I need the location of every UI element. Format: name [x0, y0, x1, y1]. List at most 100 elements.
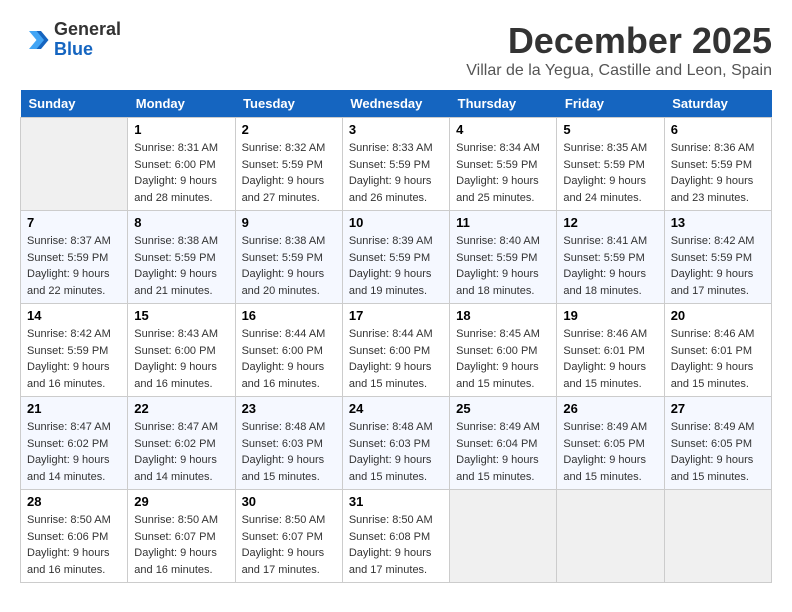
day-info: Sunrise: 8:49 AM Sunset: 6:04 PM Dayligh… — [456, 419, 550, 485]
day-number: 7 — [27, 215, 121, 230]
logo-general: General — [54, 19, 121, 39]
day-info: Sunrise: 8:36 AM Sunset: 5:59 PM Dayligh… — [671, 140, 765, 206]
calendar-day-cell: 29 Sunrise: 8:50 AM Sunset: 6:07 PM Dayl… — [128, 490, 235, 583]
day-info: Sunrise: 8:46 AM Sunset: 6:01 PM Dayligh… — [563, 326, 657, 392]
day-info: Sunrise: 8:49 AM Sunset: 6:05 PM Dayligh… — [563, 419, 657, 485]
weekday-header: Friday — [557, 90, 664, 118]
day-number: 8 — [134, 215, 228, 230]
calendar-day-cell: 30 Sunrise: 8:50 AM Sunset: 6:07 PM Dayl… — [235, 490, 342, 583]
day-number: 3 — [349, 122, 443, 137]
day-info: Sunrise: 8:45 AM Sunset: 6:00 PM Dayligh… — [456, 326, 550, 392]
calendar-day-cell: 25 Sunrise: 8:49 AM Sunset: 6:04 PM Dayl… — [450, 397, 557, 490]
calendar-day-cell: 24 Sunrise: 8:48 AM Sunset: 6:03 PM Dayl… — [342, 397, 449, 490]
day-info: Sunrise: 8:44 AM Sunset: 6:00 PM Dayligh… — [349, 326, 443, 392]
calendar-day-cell: 11 Sunrise: 8:40 AM Sunset: 5:59 PM Dayl… — [450, 211, 557, 304]
weekday-header-row: SundayMondayTuesdayWednesdayThursdayFrid… — [21, 90, 772, 118]
day-number: 27 — [671, 401, 765, 416]
day-number: 15 — [134, 308, 228, 323]
day-number: 26 — [563, 401, 657, 416]
day-info: Sunrise: 8:39 AM Sunset: 5:59 PM Dayligh… — [349, 233, 443, 299]
calendar-day-cell — [664, 490, 771, 583]
calendar-day-cell: 22 Sunrise: 8:47 AM Sunset: 6:02 PM Dayl… — [128, 397, 235, 490]
day-info: Sunrise: 8:50 AM Sunset: 6:08 PM Dayligh… — [349, 512, 443, 578]
calendar-day-cell: 13 Sunrise: 8:42 AM Sunset: 5:59 PM Dayl… — [664, 211, 771, 304]
calendar-day-cell: 8 Sunrise: 8:38 AM Sunset: 5:59 PM Dayli… — [128, 211, 235, 304]
weekday-header: Sunday — [21, 90, 128, 118]
day-number: 1 — [134, 122, 228, 137]
day-info: Sunrise: 8:31 AM Sunset: 6:00 PM Dayligh… — [134, 140, 228, 206]
day-number: 23 — [242, 401, 336, 416]
calendar-table: SundayMondayTuesdayWednesdayThursdayFrid… — [20, 90, 772, 583]
day-number: 30 — [242, 494, 336, 509]
calendar-day-cell: 27 Sunrise: 8:49 AM Sunset: 6:05 PM Dayl… — [664, 397, 771, 490]
calendar-day-cell — [21, 118, 128, 211]
title-section: December 2025 Villar de la Yegua, Castil… — [466, 20, 772, 80]
page-header: General Blue December 2025 Villar de la … — [20, 20, 772, 80]
calendar-week-row: 7 Sunrise: 8:37 AM Sunset: 5:59 PM Dayli… — [21, 211, 772, 304]
day-info: Sunrise: 8:42 AM Sunset: 5:59 PM Dayligh… — [671, 233, 765, 299]
day-info: Sunrise: 8:44 AM Sunset: 6:00 PM Dayligh… — [242, 326, 336, 392]
day-info: Sunrise: 8:38 AM Sunset: 5:59 PM Dayligh… — [134, 233, 228, 299]
calendar-day-cell: 26 Sunrise: 8:49 AM Sunset: 6:05 PM Dayl… — [557, 397, 664, 490]
day-info: Sunrise: 8:50 AM Sunset: 6:06 PM Dayligh… — [27, 512, 121, 578]
calendar-day-cell: 23 Sunrise: 8:48 AM Sunset: 6:03 PM Dayl… — [235, 397, 342, 490]
calendar-day-cell — [450, 490, 557, 583]
calendar-day-cell: 15 Sunrise: 8:43 AM Sunset: 6:00 PM Dayl… — [128, 304, 235, 397]
calendar-day-cell: 16 Sunrise: 8:44 AM Sunset: 6:00 PM Dayl… — [235, 304, 342, 397]
calendar-week-row: 21 Sunrise: 8:47 AM Sunset: 6:02 PM Dayl… — [21, 397, 772, 490]
weekday-header: Tuesday — [235, 90, 342, 118]
calendar-week-row: 1 Sunrise: 8:31 AM Sunset: 6:00 PM Dayli… — [21, 118, 772, 211]
calendar-day-cell: 14 Sunrise: 8:42 AM Sunset: 5:59 PM Dayl… — [21, 304, 128, 397]
day-number: 21 — [27, 401, 121, 416]
day-number: 28 — [27, 494, 121, 509]
calendar-day-cell: 4 Sunrise: 8:34 AM Sunset: 5:59 PM Dayli… — [450, 118, 557, 211]
day-number: 5 — [563, 122, 657, 137]
day-info: Sunrise: 8:47 AM Sunset: 6:02 PM Dayligh… — [27, 419, 121, 485]
weekday-header: Thursday — [450, 90, 557, 118]
day-info: Sunrise: 8:34 AM Sunset: 5:59 PM Dayligh… — [456, 140, 550, 206]
calendar-day-cell: 5 Sunrise: 8:35 AM Sunset: 5:59 PM Dayli… — [557, 118, 664, 211]
calendar-day-cell: 28 Sunrise: 8:50 AM Sunset: 6:06 PM Dayl… — [21, 490, 128, 583]
day-number: 11 — [456, 215, 550, 230]
day-info: Sunrise: 8:50 AM Sunset: 6:07 PM Dayligh… — [134, 512, 228, 578]
day-info: Sunrise: 8:48 AM Sunset: 6:03 PM Dayligh… — [242, 419, 336, 485]
day-number: 19 — [563, 308, 657, 323]
day-info: Sunrise: 8:47 AM Sunset: 6:02 PM Dayligh… — [134, 419, 228, 485]
logo: General Blue — [20, 20, 121, 60]
weekday-header: Monday — [128, 90, 235, 118]
day-info: Sunrise: 8:46 AM Sunset: 6:01 PM Dayligh… — [671, 326, 765, 392]
calendar-day-cell: 18 Sunrise: 8:45 AM Sunset: 6:00 PM Dayl… — [450, 304, 557, 397]
day-number: 25 — [456, 401, 550, 416]
day-number: 9 — [242, 215, 336, 230]
day-info: Sunrise: 8:43 AM Sunset: 6:00 PM Dayligh… — [134, 326, 228, 392]
day-number: 17 — [349, 308, 443, 323]
day-info: Sunrise: 8:37 AM Sunset: 5:59 PM Dayligh… — [27, 233, 121, 299]
calendar-week-row: 14 Sunrise: 8:42 AM Sunset: 5:59 PM Dayl… — [21, 304, 772, 397]
day-info: Sunrise: 8:41 AM Sunset: 5:59 PM Dayligh… — [563, 233, 657, 299]
day-info: Sunrise: 8:40 AM Sunset: 5:59 PM Dayligh… — [456, 233, 550, 299]
calendar-day-cell: 6 Sunrise: 8:36 AM Sunset: 5:59 PM Dayli… — [664, 118, 771, 211]
calendar-day-cell: 31 Sunrise: 8:50 AM Sunset: 6:08 PM Dayl… — [342, 490, 449, 583]
calendar-day-cell: 19 Sunrise: 8:46 AM Sunset: 6:01 PM Dayl… — [557, 304, 664, 397]
day-number: 4 — [456, 122, 550, 137]
day-info: Sunrise: 8:49 AM Sunset: 6:05 PM Dayligh… — [671, 419, 765, 485]
calendar-day-cell: 17 Sunrise: 8:44 AM Sunset: 6:00 PM Dayl… — [342, 304, 449, 397]
day-info: Sunrise: 8:33 AM Sunset: 5:59 PM Dayligh… — [349, 140, 443, 206]
day-info: Sunrise: 8:38 AM Sunset: 5:59 PM Dayligh… — [242, 233, 336, 299]
day-number: 14 — [27, 308, 121, 323]
logo-text: General Blue — [54, 20, 121, 60]
calendar-day-cell: 12 Sunrise: 8:41 AM Sunset: 5:59 PM Dayl… — [557, 211, 664, 304]
day-number: 29 — [134, 494, 228, 509]
day-number: 24 — [349, 401, 443, 416]
day-number: 13 — [671, 215, 765, 230]
calendar-day-cell: 9 Sunrise: 8:38 AM Sunset: 5:59 PM Dayli… — [235, 211, 342, 304]
day-number: 2 — [242, 122, 336, 137]
calendar-day-cell: 1 Sunrise: 8:31 AM Sunset: 6:00 PM Dayli… — [128, 118, 235, 211]
calendar-day-cell: 7 Sunrise: 8:37 AM Sunset: 5:59 PM Dayli… — [21, 211, 128, 304]
day-number: 16 — [242, 308, 336, 323]
calendar-day-cell: 10 Sunrise: 8:39 AM Sunset: 5:59 PM Dayl… — [342, 211, 449, 304]
calendar-week-row: 28 Sunrise: 8:50 AM Sunset: 6:06 PM Dayl… — [21, 490, 772, 583]
location-subtitle: Villar de la Yegua, Castille and Leon, S… — [466, 62, 772, 80]
day-info: Sunrise: 8:48 AM Sunset: 6:03 PM Dayligh… — [349, 419, 443, 485]
day-number: 20 — [671, 308, 765, 323]
